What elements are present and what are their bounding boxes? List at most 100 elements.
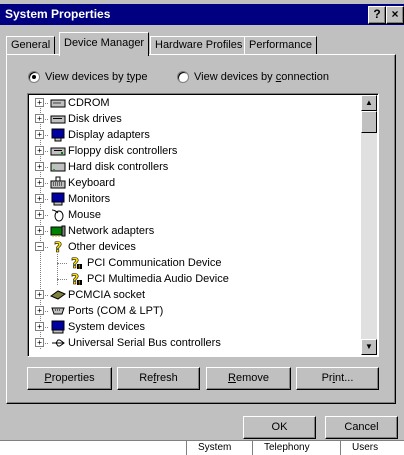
device-tree-item[interactable]: + PCMCIA socket [28, 287, 358, 303]
unknown-device-icon: ?! [68, 272, 84, 288]
refresh-button[interactable]: Refresh [117, 367, 200, 390]
scroll-up-button[interactable]: ▲ [361, 95, 377, 111]
mouse-icon [50, 208, 66, 222]
expand-toggle[interactable]: + [35, 338, 44, 347]
remove-button[interactable]: Remove [206, 367, 291, 390]
device-tree-item[interactable]: + System devices [28, 319, 358, 335]
device-tree-item[interactable]: + Keyboard [28, 175, 358, 191]
expand-toggle[interactable]: + [35, 194, 44, 203]
device-tree-item[interactable]: + Floppy disk controllers [28, 143, 358, 159]
strip-label: Telephony [264, 442, 310, 453]
strip-divider [340, 441, 341, 455]
device-label: PCI Multimedia Audio Device [87, 273, 229, 285]
expand-toggle[interactable]: + [35, 322, 44, 331]
device-label: Monitors [68, 193, 111, 205]
usb-icon [50, 336, 66, 350]
device-label: CDROM [68, 97, 110, 109]
disk-drive-icon [50, 112, 66, 126]
svg-text:?: ? [54, 240, 62, 254]
device-tree-item[interactable]: + Network adapters [28, 223, 358, 239]
device-label: Mouse [68, 209, 102, 221]
display-adapter-icon [50, 128, 66, 142]
device-label: Disk drives [68, 113, 122, 125]
collapse-toggle[interactable]: − [35, 242, 44, 251]
device-tree-item[interactable]: + Hard disk controllers [28, 159, 358, 175]
question-icon: ? [50, 240, 66, 257]
cdrom-icon [50, 96, 66, 110]
tree-scrollbar[interactable]: ▲ ▼ [361, 95, 377, 355]
expand-toggle[interactable]: + [35, 210, 44, 219]
device-tree-item[interactable]: ?! PCI Multimedia Audio Device [28, 271, 358, 288]
help-button[interactable]: ? [368, 6, 386, 24]
tab-general[interactable]: General [6, 36, 56, 55]
cancel-button[interactable]: Cancel [325, 416, 398, 439]
view-by-connection-radio[interactable] [177, 71, 189, 83]
scroll-thumb[interactable] [361, 111, 377, 133]
view-by-type-radio[interactable] [28, 71, 40, 83]
device-label: Network adapters [68, 225, 155, 237]
ok-button[interactable]: OK [243, 416, 316, 439]
device-tree-item[interactable]: + Disk drives [28, 111, 358, 127]
device-label: Ports (COM & LPT) [68, 305, 164, 317]
device-label: PCI Communication Device [87, 257, 222, 269]
device-label: Display adapters [68, 129, 150, 141]
network-adapter-icon [50, 224, 66, 238]
tab-hardware-profiles[interactable]: Hardware Profiles [150, 36, 248, 55]
tree-connector [57, 263, 67, 264]
expand-toggle[interactable]: + [35, 146, 44, 155]
device-label: System devices [68, 321, 146, 333]
device-tree-item[interactable]: + Mouse [28, 207, 358, 223]
device-tree-item[interactable]: ?! PCI Communication Device [28, 255, 358, 272]
strip-label: Users [352, 442, 379, 453]
view-by-connection-option[interactable]: View devices by connection [177, 68, 329, 86]
expand-toggle[interactable]: + [35, 130, 44, 139]
background-window-strip: System Telephony Users [0, 440, 404, 455]
pcmcia-icon [49, 288, 67, 302]
system-device-icon [50, 320, 66, 334]
window-title: System Properties [5, 7, 111, 21]
scroll-down-button[interactable]: ▼ [361, 339, 377, 355]
floppy-controller-icon [50, 144, 66, 158]
close-button[interactable]: × [386, 6, 404, 24]
device-label: PCMCIA socket [68, 289, 146, 301]
svg-text:!: ! [78, 264, 80, 270]
print-button[interactable]: Print... [296, 367, 379, 390]
tab-strip: General Device Manager Hardware Profiles… [6, 32, 396, 56]
expand-toggle[interactable]: + [35, 178, 44, 187]
device-tree[interactable]: + CDROM + Disk drives + Display adapters + Flop… [27, 93, 379, 357]
system-properties-window: System Properties ? × General Device Man… [0, 0, 404, 440]
device-tree-item[interactable]: + Display adapters [28, 127, 358, 143]
view-by-type-label: View devices by type [45, 71, 148, 83]
expand-toggle[interactable]: + [35, 306, 44, 315]
unknown-device-icon: ?! [68, 256, 84, 272]
expand-toggle[interactable]: + [35, 226, 44, 235]
device-tree-item[interactable]: + CDROM [28, 95, 358, 111]
tab-performance[interactable]: Performance [244, 36, 317, 55]
expand-toggle[interactable]: + [35, 162, 44, 171]
keyboard-icon [50, 176, 66, 190]
device-tree-item[interactable]: + Universal Serial Bus controllers [28, 335, 358, 351]
device-tree-item[interactable]: −? Other devices [28, 239, 358, 257]
view-by-type-option[interactable]: View devices by type [28, 68, 148, 86]
device-tree-item[interactable]: + Ports (COM & LPT) [28, 303, 358, 319]
device-label: Universal Serial Bus controllers [68, 337, 221, 349]
monitor-icon [50, 192, 66, 206]
device-label: Hard disk controllers [68, 161, 169, 173]
device-label: Other devices [68, 241, 136, 253]
strip-label: System [198, 442, 232, 453]
tree-connector [57, 279, 67, 280]
properties-button[interactable]: Properties [27, 367, 112, 390]
device-label: Floppy disk controllers [68, 145, 178, 157]
expand-toggle[interactable]: + [35, 114, 44, 123]
title-bar[interactable]: System Properties ? × [0, 4, 404, 25]
tab-device-manager[interactable]: Device Manager [59, 32, 150, 56]
expand-toggle[interactable]: + [35, 98, 44, 107]
strip-divider [252, 441, 253, 455]
expand-toggle[interactable]: + [35, 290, 44, 299]
device-label: Keyboard [68, 177, 116, 189]
hard-disk-controller-icon [50, 160, 66, 174]
port-icon [50, 304, 66, 318]
device-tree-item[interactable]: + Monitors [28, 191, 358, 207]
view-by-connection-label: View devices by connection [194, 71, 329, 83]
svg-text:!: ! [78, 280, 80, 286]
